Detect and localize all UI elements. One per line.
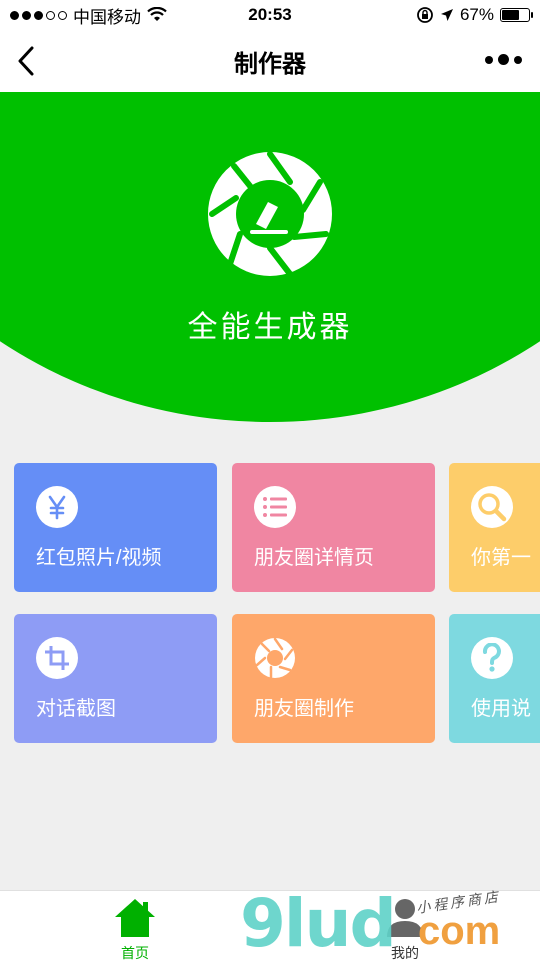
rotation-lock-icon bbox=[417, 7, 433, 23]
tab-home-label: 首页 bbox=[121, 945, 149, 960]
help-card[interactable]: 使用说 bbox=[449, 614, 540, 743]
chat-screenshot-card[interactable]: 对话截图 bbox=[14, 614, 217, 743]
card-label: 使用说 bbox=[471, 698, 531, 720]
navigation-bar: 制作器 bbox=[0, 30, 540, 92]
list-icon bbox=[254, 486, 296, 528]
aperture-edit-logo-icon bbox=[208, 152, 332, 276]
battery-percent: 67% bbox=[459, 5, 494, 24]
battery-fill bbox=[502, 10, 520, 20]
help-icon bbox=[471, 637, 513, 679]
moments-detail-card[interactable]: 朋友圈详情页 bbox=[232, 463, 435, 592]
tab-mine[interactable]: 我的 bbox=[345, 891, 465, 960]
hero-banner: 全能生成器 bbox=[0, 92, 540, 432]
status-left: 中国移动 bbox=[10, 3, 167, 28]
moments-maker-card[interactable]: 朋友圈制作 bbox=[232, 614, 435, 743]
red-packet-card[interactable]: 红包照片/视频 bbox=[14, 463, 217, 592]
card-label: 你第一 bbox=[471, 547, 531, 569]
feature-grid: 红包照片/视频 朋友圈详情页 你第一 对话截图 朋友圈制作 使用说 bbox=[14, 463, 540, 748]
carrier-name: 中国移动 bbox=[73, 7, 141, 27]
more-menu-icon[interactable] bbox=[485, 54, 522, 65]
home-icon bbox=[115, 899, 155, 937]
tab-home[interactable]: 首页 bbox=[75, 891, 195, 960]
location-arrow-icon bbox=[440, 9, 453, 21]
crop-icon bbox=[36, 637, 78, 679]
card-label: 红包照片/视频 bbox=[36, 547, 162, 569]
wifi-icon bbox=[147, 7, 167, 21]
tab-bar: 首页 我的 bbox=[0, 890, 540, 960]
card-label: 对话截图 bbox=[36, 698, 116, 720]
you-first-card[interactable]: 你第一 bbox=[449, 463, 540, 592]
user-icon bbox=[387, 899, 423, 937]
card-label: 朋友圈制作 bbox=[254, 698, 354, 720]
hero-title: 全能生成器 bbox=[187, 311, 353, 344]
page-title: 制作器 bbox=[234, 50, 306, 78]
tab-mine-label: 我的 bbox=[391, 945, 419, 960]
search-icon bbox=[471, 486, 513, 528]
card-label: 朋友圈详情页 bbox=[254, 547, 374, 569]
back-arrow-icon[interactable] bbox=[12, 44, 42, 78]
status-bar: 中国移动 20:53 67% bbox=[0, 0, 540, 30]
battery-icon bbox=[500, 8, 533, 22]
status-right: 67% bbox=[416, 5, 533, 25]
aperture-icon bbox=[254, 637, 296, 679]
yuan-icon bbox=[36, 486, 78, 528]
signal-strength-icon bbox=[10, 10, 67, 20]
